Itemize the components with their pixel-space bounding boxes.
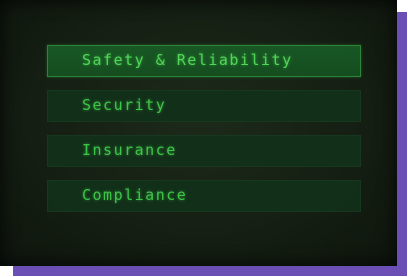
menu-item-label: Insurance bbox=[82, 141, 177, 159]
menu-screen: Safety & Reliability Security Insurance … bbox=[0, 0, 397, 266]
menu-item-label: Security bbox=[82, 96, 167, 114]
menu-item-label: Compliance bbox=[82, 186, 188, 204]
menu-item-security[interactable]: Security bbox=[47, 90, 361, 122]
menu-item-compliance[interactable]: Compliance bbox=[47, 180, 361, 212]
main-menu: Safety & Reliability Security Insurance … bbox=[47, 45, 361, 225]
menu-item-safety-reliability[interactable]: Safety & Reliability bbox=[47, 45, 361, 77]
menu-item-label: Safety & Reliability bbox=[82, 51, 293, 69]
menu-item-insurance[interactable]: Insurance bbox=[47, 135, 361, 167]
